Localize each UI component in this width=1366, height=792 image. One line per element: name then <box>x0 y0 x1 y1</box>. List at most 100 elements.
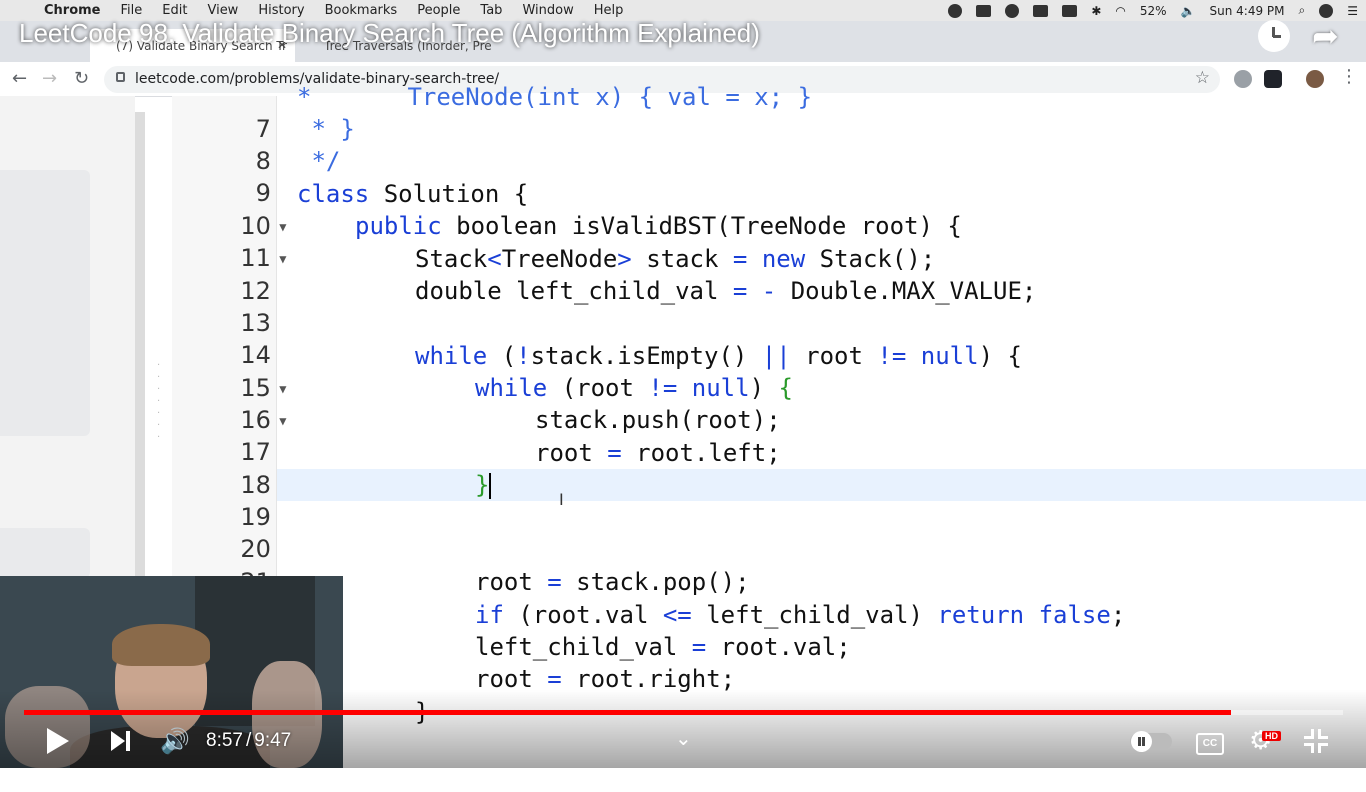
code-line[interactable]: 12 Stack<TreeNode> stack = new Stack(); <box>172 243 935 305</box>
dropbox-icon[interactable] <box>1062 4 1078 17</box>
app-status-icon[interactable] <box>948 3 963 18</box>
menu-view[interactable]: View <box>207 3 238 18</box>
text-caret <box>489 473 492 499</box>
cloud-sync-icon[interactable] <box>1005 3 1020 18</box>
code-line[interactable]: 15 ▼ while (!stack.isEmpty() || root != n… <box>172 340 1022 402</box>
menubar-clock[interactable]: Sun 4:49 PM <box>1210 4 1285 18</box>
problem-card <box>0 170 90 436</box>
menu-edit[interactable]: Edit <box>162 3 187 18</box>
play-icon[interactable] <box>47 728 69 754</box>
wifi-icon[interactable]: ◠ <box>1115 4 1125 18</box>
menu-help[interactable]: Help <box>594 3 624 18</box>
video-title[interactable]: LeetCode 98. Validate Binary Search Tree… <box>19 18 760 49</box>
battery-percent[interactable]: 52% <box>1140 4 1167 18</box>
active-line-highlight <box>277 469 1366 501</box>
code-token: ; <box>1110 601 1126 629</box>
time-separator: / <box>245 730 252 751</box>
menu-file[interactable]: File <box>121 3 143 18</box>
profile-avatar[interactable] <box>1306 70 1324 88</box>
video-progress-bar[interactable] <box>24 710 1343 715</box>
code-token: while <box>475 374 548 402</box>
extension-icon[interactable] <box>1234 70 1252 88</box>
code-token: ( <box>487 342 517 370</box>
panel-resize-handle[interactable]: · · · · · · · <box>157 360 161 444</box>
closed-captions-icon[interactable]: CC <box>1196 733 1224 755</box>
code-token: root <box>475 568 548 596</box>
code-token: || <box>761 342 791 370</box>
code-token: stack.push(root); <box>535 406 781 434</box>
notification-center-icon[interactable]: ☰ <box>1347 4 1358 18</box>
code-line[interactable]: 13 double left_child_val = - Double.MAX_… <box>172 275 1036 337</box>
code-token: new <box>761 245 806 273</box>
share-arrow-icon[interactable]: ➦ <box>1312 20 1344 52</box>
code-line[interactable]: 18 root = root.left; <box>172 437 780 499</box>
code-line[interactable]: 8 * } <box>172 113 355 175</box>
code-token: = <box>691 633 707 661</box>
code-token: root <box>790 342 878 370</box>
code-line[interactable]: 10 ▼ class Solution { <box>172 178 528 240</box>
code-line[interactable]: 7 * TreeNode(int x) { val = x; } <box>172 81 812 143</box>
bluetooth-icon[interactable]: ✱ <box>1091 4 1101 18</box>
code-token: TreeNode <box>501 245 618 273</box>
code-token: boolean isValidBST(TreeNode root) { <box>441 212 962 240</box>
exit-fullscreen-icon[interactable] <box>1304 729 1328 753</box>
volume-icon[interactable]: 🔈 <box>1181 4 1196 18</box>
code-line[interactable]: 16 ▼ while (root != null) { <box>172 372 793 434</box>
menu-window[interactable]: Window <box>522 3 573 18</box>
menu-tab[interactable]: Tab <box>480 3 502 18</box>
code-token: Solution { <box>369 180 529 208</box>
code-token: root.left; <box>621 439 781 467</box>
code-token: * } <box>297 115 355 143</box>
spotlight-search-icon[interactable]: ⌕ <box>1299 3 1306 18</box>
code-token: null <box>920 342 979 370</box>
code-token: left_child_val) <box>691 601 938 629</box>
code-line[interactable]: 17 stack.push(root); <box>172 404 780 466</box>
code-line[interactable]: 11 ▼ public boolean isValidBST(TreeNode r… <box>172 210 962 272</box>
duration: 9:47 <box>254 730 292 751</box>
menu-people[interactable]: People <box>417 3 460 18</box>
code-token: = <box>732 277 748 305</box>
code-token: (root.val <box>503 601 663 629</box>
code-token: Stack(); <box>805 245 936 273</box>
bluetooth-device-icon[interactable] <box>1033 4 1049 17</box>
code-token: while <box>415 342 488 370</box>
code-line[interactable]: 21 <box>172 534 295 596</box>
code-token: } <box>475 471 490 499</box>
watch-later-clock-icon[interactable] <box>1258 20 1290 52</box>
menu-history[interactable]: History <box>258 3 304 18</box>
code-token: > <box>617 245 632 273</box>
pause-icon <box>1131 731 1152 752</box>
code-token: root <box>475 665 548 693</box>
code-line[interactable]: 9 */ <box>172 145 341 207</box>
volume-icon[interactable]: 🔊 <box>160 727 190 755</box>
code-token: return <box>937 601 1025 629</box>
code-line[interactable]: 19 } <box>172 469 492 531</box>
code-line[interactable]: 14 <box>172 307 295 369</box>
forward-arrow-icon[interactable]: → <box>42 68 57 89</box>
code-token: = <box>732 245 748 273</box>
back-arrow-icon[interactable]: ← <box>12 68 27 89</box>
code-token: < <box>487 245 502 273</box>
lock-icon[interactable] <box>116 72 125 82</box>
code-token: double left_child_val <box>415 277 733 305</box>
autoplay-toggle[interactable] <box>1130 731 1172 752</box>
code-token: Double.MAX_VALUE; <box>776 277 1037 305</box>
bookmark-star-icon[interactable]: ☆ <box>1195 68 1210 88</box>
code-token: { <box>778 374 793 402</box>
code-token: != <box>648 374 678 402</box>
drive-icon[interactable] <box>976 4 992 17</box>
menu-bookmarks[interactable]: Bookmarks <box>325 3 398 18</box>
menu-app-name[interactable]: Chrome <box>44 3 101 18</box>
browser-menu-icon[interactable]: ⋮ <box>1340 66 1358 87</box>
react-devtools-icon[interactable] <box>1264 70 1282 88</box>
reload-icon[interactable]: ↻ <box>74 68 89 89</box>
chevron-down-icon[interactable]: ⌄ <box>675 726 692 750</box>
menubar-status-area: ✱ ◠ 52% 🔈 Sun 4:49 PM ⌕ ☰ <box>948 0 1358 21</box>
code-token: = <box>547 665 562 693</box>
siri-icon[interactable] <box>1319 3 1334 18</box>
code-line[interactable]: 20 <box>172 501 295 563</box>
